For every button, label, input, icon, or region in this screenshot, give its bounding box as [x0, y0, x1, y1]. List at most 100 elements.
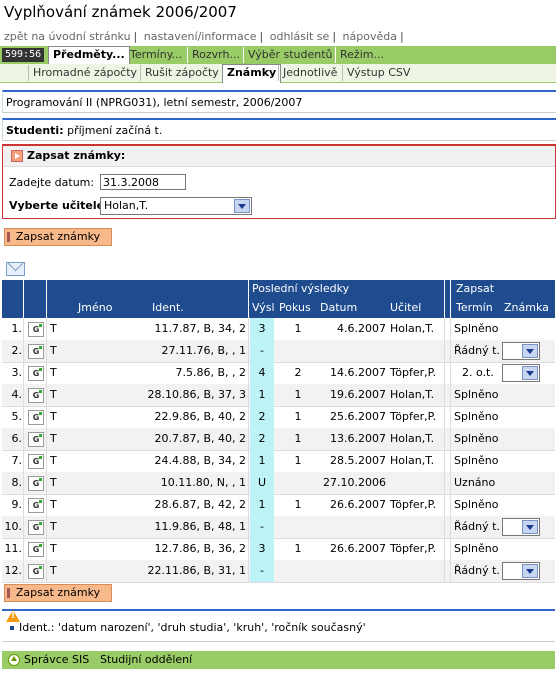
term-value: Splněno — [454, 432, 499, 445]
attempt-value — [278, 516, 318, 538]
footer-study-office[interactable]: Studijní oddělení — [100, 653, 192, 666]
student-detail-icon[interactable]: G — [28, 366, 44, 381]
date-input[interactable] — [100, 174, 186, 190]
table-row: 3. G T 7.5.86, B, , 2 4 2 14.6.2007 Töpfer,P. 2.… — [2, 362, 555, 385]
date-value: 28.5.2007 — [330, 454, 386, 467]
tab-znamky[interactable]: Známky — [222, 64, 282, 83]
student-ident: 12.7.86, B, 36, 2 — [154, 542, 246, 555]
tab-predmety[interactable]: Předměty... — [48, 46, 130, 65]
students-filter: Studenti: příjmení začíná t. — [2, 118, 556, 141]
student-ident: 24.4.88, B, 34, 2 — [154, 454, 246, 467]
row-number: 5. — [11, 410, 23, 423]
teacher-value: Töpfer,P. — [390, 410, 437, 423]
tab-rusit-zapocty[interactable]: Rušit zápočty — [140, 65, 223, 81]
term-value: Splněno — [454, 322, 499, 335]
teacher-value: Holan,T. — [390, 432, 435, 445]
student-detail-icon[interactable]: G — [28, 388, 44, 403]
date-value: 26.6.2007 — [330, 542, 386, 555]
tab-vystup-csv[interactable]: Výstup CSV — [342, 65, 414, 81]
student-ident: 22.9.86, B, 40, 2 — [154, 410, 246, 423]
page-title: Vyplňování známek 2006/2007 — [4, 3, 237, 21]
student-detail-icon[interactable]: G — [28, 520, 44, 535]
student-detail-icon[interactable]: G — [28, 454, 44, 469]
date-value: 27.10.2006 — [323, 476, 386, 489]
row-number: 3. — [11, 366, 23, 379]
student-ident: 11.9.86, B, 48, 1 — [154, 520, 246, 533]
note-text: Ident.: 'datum narození', 'druh studia',… — [10, 621, 366, 634]
mail-icon[interactable] — [6, 262, 25, 276]
student-name: T — [50, 498, 57, 511]
row-number: 10. — [4, 520, 23, 533]
grade-select[interactable] — [502, 342, 540, 360]
student-detail-icon[interactable]: G — [28, 432, 44, 447]
student-detail-icon[interactable]: G — [28, 564, 44, 579]
date-value: 4.6.2007 — [337, 322, 386, 335]
chevron-down-icon — [522, 366, 538, 380]
header-datum: Datum — [320, 301, 358, 314]
sub-tab-bar: Hromadné zápočty Rušit zápočty Známky Je… — [0, 64, 556, 83]
submit-grades-button-top[interactable]: Zapsat známky — [4, 228, 112, 246]
term-value: Řádný t. — [454, 344, 500, 357]
student-ident: 7.5.86, B, , 2 — [175, 366, 246, 379]
result-value: 3 — [258, 322, 266, 335]
term-value: Splněno — [454, 542, 499, 555]
attempt-value: 1 — [294, 322, 302, 335]
tab-rozvrh[interactable]: Rozvrh... — [187, 47, 244, 63]
student-name: T — [50, 322, 57, 335]
footer-sis-admin[interactable]: Správce SIS — [24, 653, 89, 666]
result-value: 1 — [258, 388, 266, 401]
footer-bar: Správce SIS Studijní oddělení — [2, 651, 555, 669]
grade-select[interactable] — [502, 562, 540, 580]
row-number: 9. — [11, 498, 23, 511]
attempt-value: 1 — [294, 542, 302, 555]
teacher-value: Holan,T. — [104, 199, 149, 212]
teacher-select[interactable]: Holan,T. — [100, 197, 252, 215]
result-value: 3 — [258, 542, 266, 555]
date-value — [318, 560, 386, 582]
table-row: 1. G T 11.7.87, B, 34, 2 3 1 4.6.2007 Holan,T. S… — [2, 318, 555, 341]
link-home[interactable]: zpět na úvodní stránku — [4, 30, 131, 43]
student-detail-icon[interactable]: G — [28, 476, 44, 491]
student-name: T — [50, 366, 57, 379]
date-value — [318, 340, 386, 362]
result-value: 2 — [258, 432, 266, 445]
attempt-value — [278, 560, 318, 582]
teacher-value: Holan,T. — [390, 388, 435, 401]
tab-terminy[interactable]: Termíny... — [125, 47, 186, 63]
link-help[interactable]: nápověda — [343, 30, 397, 43]
student-detail-icon[interactable]: G — [28, 498, 44, 513]
student-name: T — [50, 542, 57, 555]
date-value: 14.6.2007 — [330, 366, 386, 379]
row-number: 2. — [11, 344, 23, 357]
link-logout[interactable]: odhlásit se — [270, 30, 330, 43]
grade-select[interactable] — [502, 518, 540, 536]
table-row: 12. G T 22.11.86, B, 31, 1 - Řádný t. — [2, 560, 555, 583]
term-value: Splněno — [454, 498, 499, 511]
student-name: T — [50, 564, 57, 577]
student-detail-icon[interactable]: G — [28, 344, 44, 359]
result-value: - — [260, 564, 264, 577]
attempt-value: 1 — [294, 410, 302, 423]
student-detail-icon[interactable]: G — [28, 542, 44, 557]
tab-jednotlive[interactable]: Jednotlivě — [278, 65, 341, 81]
student-name: T — [50, 476, 57, 489]
student-detail-icon[interactable]: G — [28, 410, 44, 425]
date-value: 25.6.2007 — [330, 410, 386, 423]
chevron-down-icon — [522, 520, 538, 534]
grade-select[interactable] — [502, 364, 540, 382]
term-value: Splněno — [454, 388, 499, 401]
student-name: T — [50, 432, 57, 445]
attempt-value: 2 — [294, 366, 302, 379]
student-name: T — [50, 344, 57, 357]
tab-hromadne-zapocty[interactable]: Hromadné zápočty — [28, 65, 141, 81]
submit-grades-button-bottom[interactable]: Zapsat známky — [4, 584, 112, 602]
date-value: 26.6.2007 — [330, 498, 386, 511]
students-value: příjmení začíná t. — [67, 124, 163, 137]
tab-vyber-studentu[interactable]: Výběr studentů — [243, 47, 337, 63]
form-header: Zapsat známky: — [3, 146, 555, 167]
date-value: 13.6.2007 — [330, 432, 386, 445]
student-detail-icon[interactable]: G — [28, 322, 44, 337]
row-number: 12. — [4, 564, 23, 577]
tab-rezim[interactable]: Režim... — [335, 47, 388, 63]
link-settings[interactable]: nastavení/informace — [144, 30, 257, 43]
